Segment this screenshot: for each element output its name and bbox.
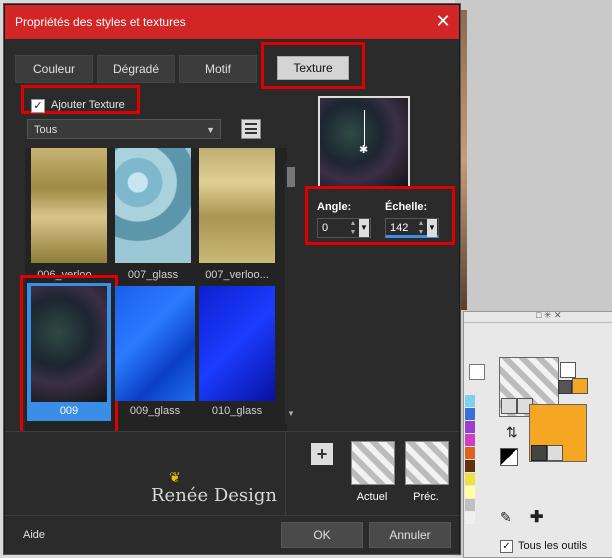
background-color-swatch[interactable] <box>572 378 588 394</box>
butterfly-icon: ❦ <box>169 469 181 485</box>
materials-palette: □ ✳ ✕ ⇅ ✎ ✚ ✓ Tous les outils <box>463 310 612 558</box>
angle-indicator <box>364 110 365 146</box>
chevron-down-icon: ▼ <box>206 125 215 135</box>
palette-menu-icon[interactable] <box>469 364 485 380</box>
tab-texture[interactable]: Texture <box>277 56 349 80</box>
styles-textures-dialog: Propriétés des styles et textures ✕ Coul… <box>4 4 460 554</box>
watermark-logo: Renée Design <box>151 485 278 506</box>
ok-button[interactable]: OK <box>281 522 363 548</box>
cancel-button[interactable]: Annuler <box>369 522 451 548</box>
texture-thumb-label: 009 <box>59 405 79 417</box>
texture-thumb-007-glass[interactable] <box>115 148 191 263</box>
swap-arrow-icon[interactable]: ⇅ <box>506 424 522 440</box>
tab-degrade[interactable]: Dégradé <box>97 55 175 83</box>
previous-label: Préc. <box>413 491 439 503</box>
texture-thumb-label: 007_glass <box>127 269 179 281</box>
color-swatch[interactable] <box>465 447 475 459</box>
texture-scrollbar[interactable] <box>285 163 297 423</box>
material-mode-icon[interactable] <box>531 445 547 461</box>
pin-icon[interactable]: □ ✳ ✕ <box>536 310 562 321</box>
color-swatch[interactable] <box>465 499 475 511</box>
color-swatch[interactable] <box>465 460 475 472</box>
category-select-value: Tous <box>34 124 58 136</box>
tab-motif[interactable]: Motif <box>179 55 257 83</box>
help-link[interactable]: Aide <box>23 529 45 541</box>
texture-thumb-label: 009_glass <box>129 405 181 417</box>
black-white-icon[interactable] <box>500 448 518 466</box>
scale-label: Échelle: <box>385 201 428 213</box>
color-swatch[interactable] <box>465 486 475 498</box>
add-texture-checkbox[interactable]: ✓ <box>31 99 45 113</box>
divider <box>285 432 286 515</box>
angle-value: 0 <box>322 222 329 234</box>
foreground-color-swatch[interactable] <box>560 362 576 378</box>
center-point-icon: ✱ <box>359 144 369 156</box>
swap-colors-icon[interactable] <box>558 380 572 394</box>
angle-spinner-icon[interactable]: ▲ ▼ <box>348 219 358 237</box>
angle-label: Angle: <box>317 201 352 213</box>
scale-dropdown-icon[interactable]: ▼ <box>427 219 437 237</box>
all-tools-checkbox[interactable]: ✓ <box>500 540 513 553</box>
color-swatch[interactable] <box>465 408 475 420</box>
texture-thumb-010-glass[interactable] <box>199 286 275 401</box>
current-swatch[interactable] <box>351 441 395 485</box>
close-button[interactable]: ✕ <box>433 11 453 31</box>
texture-thumb-006[interactable] <box>31 148 107 263</box>
color-swatch[interactable] <box>465 512 475 524</box>
color-swatch[interactable] <box>465 434 475 446</box>
previous-swatch[interactable] <box>405 441 449 485</box>
eyedropper-icon[interactable]: ✎ <box>500 509 512 526</box>
add-texture-label: Ajouter Texture <box>51 99 125 111</box>
scale-value: 142 <box>390 222 409 234</box>
scroll-down-arrow-icon[interactable]: ▼ <box>285 409 297 419</box>
color-swatch[interactable] <box>465 473 475 485</box>
scale-spinner-icon[interactable]: ▲ ▼ <box>416 219 426 237</box>
texture-thumb-label: 010_glass <box>211 405 263 417</box>
texture-thumb-009[interactable] <box>31 286 107 402</box>
texture-thumb-label: 007_verloo... <box>205 269 269 281</box>
all-tools-label: Tous les outils <box>518 540 588 552</box>
color-swatch[interactable] <box>465 395 475 407</box>
browse-folder-icon[interactable] <box>241 119 261 139</box>
dialog-title: Propriétés des styles et textures <box>15 15 186 29</box>
tab-couleur[interactable]: Couleur <box>15 55 93 83</box>
category-select[interactable]: Tous ▼ <box>27 119 221 139</box>
angle-dropdown-icon[interactable]: ▼ <box>359 219 369 237</box>
add-color-icon[interactable]: ✚ <box>530 507 543 527</box>
scrollbar-thumb[interactable] <box>287 167 295 187</box>
gradient-mode-icon[interactable] <box>501 398 517 414</box>
texture-thumb-007-verloo[interactable] <box>199 148 275 263</box>
pattern-mode-icon[interactable] <box>547 445 563 461</box>
color-swatch[interactable] <box>465 421 475 433</box>
add-swatch-button[interactable]: + <box>311 443 333 465</box>
current-label: Actuel <box>356 491 388 503</box>
texture-thumb-009-glass[interactable] <box>115 286 195 401</box>
